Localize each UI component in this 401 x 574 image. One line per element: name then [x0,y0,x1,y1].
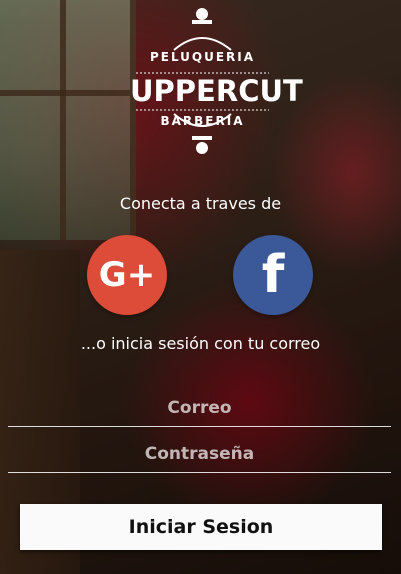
google-plus-icon: G+ [98,255,156,295]
facebook-button[interactable]: f [233,235,313,315]
google-plus-button[interactable]: G+ [87,235,167,315]
logo-top-text: PELUQUERIA [149,50,256,64]
email-field-container [8,389,391,427]
email-field[interactable] [8,389,391,427]
facebook-icon: f [261,245,285,305]
login-button[interactable]: Iniciar Sesion [20,504,382,550]
logo-main-text: UPPERCUT [130,74,303,108]
logo-bottom-text: BARBERIA [160,114,245,128]
uppercut-logo: PELUQUERIA UPPERCUT BARBERIA [130,6,303,158]
password-field[interactable] [8,435,391,473]
connect-label: Conecta a traves de [119,194,282,213]
password-field-container [8,435,391,473]
email-login-label: ...o inicia sesión con tu correo [80,334,321,353]
